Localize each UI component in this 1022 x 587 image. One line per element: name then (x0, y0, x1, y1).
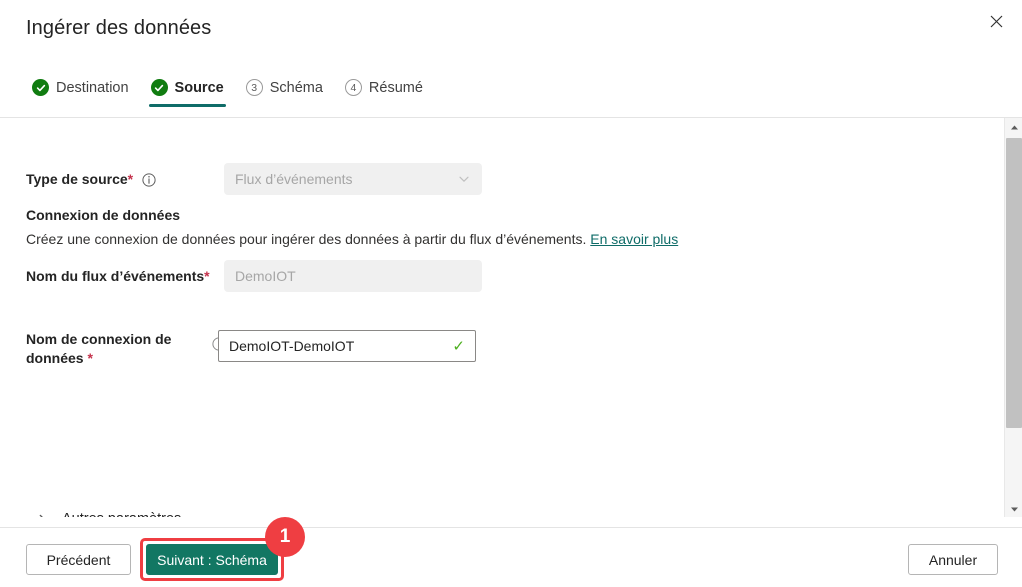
section-description-data-connection: Créez une connexion de données pour ingé… (26, 231, 678, 247)
data-connection-name-value: DemoIOT-DemoIOT (229, 338, 355, 354)
required-marker: * (204, 268, 210, 284)
tab-destination[interactable]: Destination (24, 79, 139, 107)
chevron-right-icon (36, 513, 49, 517)
advanced-settings-label: Autres paramètres (62, 511, 181, 517)
tab-summary[interactable]: 4 Résumé (337, 79, 433, 107)
scrollbar-thumb[interactable] (1006, 138, 1022, 428)
data-connection-name-input[interactable]: DemoIOT-DemoIOT ✓ (218, 330, 476, 362)
field-source-type: Type de source* Flux d’événements (26, 163, 482, 195)
field-eventstream-name: Nom du flux d’événements* DemoIOT (26, 260, 482, 292)
tab-schema[interactable]: 3 Schéma (238, 79, 333, 107)
eventstream-name-input[interactable]: DemoIOT (224, 260, 482, 292)
scroll-up-button[interactable] (1005, 118, 1022, 135)
description-text: Créez une connexion de données pour ingé… (26, 231, 587, 247)
scroll-down-icon (1010, 500, 1019, 518)
tab-label-source: Source (174, 79, 224, 96)
chevron-down-icon (457, 172, 471, 186)
dialog-content: Type de source* Flux d’événements Connex… (0, 118, 1004, 517)
tab-label-schema: Schéma (269, 79, 323, 96)
valid-check-icon: ✓ (452, 337, 465, 355)
previous-button[interactable]: Précédent (26, 544, 131, 575)
dialog-header: Ingérer des données (0, 0, 1022, 70)
field-data-connection-name: Nom de connexion de données * DemoIOT-De… (26, 330, 476, 368)
info-icon[interactable] (142, 173, 156, 187)
scroll-down-button[interactable] (1005, 500, 1022, 517)
required-marker: * (87, 350, 93, 366)
label-eventstream-name: Nom du flux d’événements* (26, 268, 210, 284)
section-heading-data-connection: Connexion de données (26, 207, 181, 223)
check-icon (150, 79, 168, 96)
source-type-dropdown[interactable]: Flux d’événements (224, 163, 482, 195)
tab-label-destination: Destination (56, 79, 129, 96)
label-data-connection-name: Nom de connexion de données * (26, 331, 172, 366)
learn-more-link[interactable]: En savoir plus (590, 231, 678, 247)
close-button[interactable] (976, 4, 1016, 38)
dialog-footer: Précédent Suivant : Schéma Annuler (0, 528, 1022, 587)
check-icon (32, 79, 49, 96)
tab-source[interactable]: Source (143, 79, 234, 107)
label-source-type: Type de source* (26, 163, 224, 189)
page-title: Ingérer des données (26, 17, 212, 39)
cancel-button[interactable]: Annuler (908, 544, 998, 575)
tab-label-summary: Résumé (368, 79, 423, 96)
advanced-settings-toggle[interactable]: Autres paramètres (36, 511, 181, 517)
step-tabs: Destination Source 3 Schéma 4 Résumé (24, 79, 437, 117)
step-number-icon: 3 (245, 79, 263, 96)
required-marker: * (127, 171, 134, 187)
ingest-data-dialog: Ingérer des données Destination Source 3… (0, 0, 1022, 587)
next-schema-button[interactable]: Suivant : Schéma (146, 544, 278, 575)
source-type-value: Flux d’événements (235, 171, 353, 187)
content-scrollbar[interactable] (1004, 118, 1022, 517)
eventstream-name-value: DemoIOT (235, 268, 296, 284)
step-number-icon: 4 (344, 79, 362, 96)
scroll-up-icon (1010, 118, 1019, 136)
close-icon (990, 15, 1003, 28)
